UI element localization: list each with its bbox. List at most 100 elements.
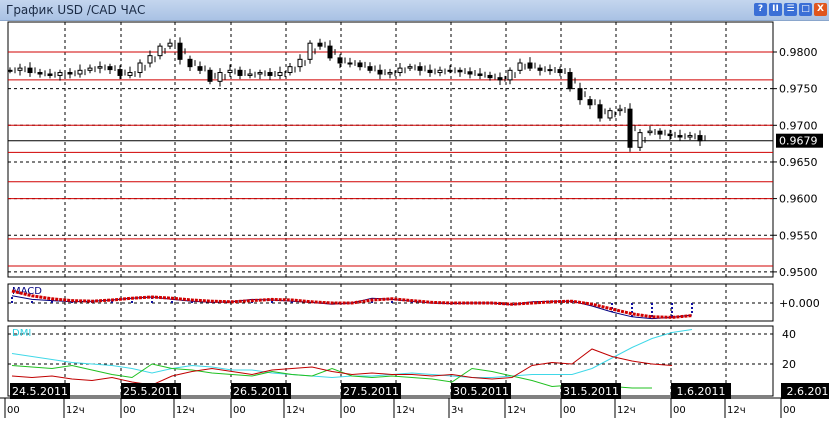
- candle: [477, 73, 483, 76]
- candle: [677, 135, 683, 138]
- candle: [457, 69, 463, 73]
- price-tick-label: 0.9750: [779, 83, 818, 96]
- candle: [7, 69, 13, 72]
- time-label: 3ч: [451, 405, 463, 416]
- candle: [67, 72, 73, 75]
- candle: [97, 66, 103, 69]
- candle: [147, 55, 153, 64]
- candle: [317, 42, 323, 47]
- date-label: 1.6.2011: [677, 385, 726, 398]
- time-label: 00: [343, 405, 356, 416]
- date-label: 25.5.2011: [123, 385, 179, 398]
- time-label: 12ч: [507, 405, 526, 416]
- date-label: 31.5.2011: [563, 385, 619, 398]
- candle: [137, 62, 143, 74]
- time-label: 00: [673, 405, 686, 416]
- candle: [637, 132, 643, 148]
- candle: [647, 130, 653, 134]
- candle: [267, 72, 273, 76]
- current-price-label: 0.9679: [779, 135, 818, 148]
- candle: [257, 72, 263, 75]
- candle: [417, 66, 423, 71]
- date-label: 27.5.2011: [343, 385, 399, 398]
- candle: [447, 69, 453, 72]
- candle: [507, 69, 513, 81]
- time-label: 00: [123, 405, 136, 416]
- candle: [77, 69, 83, 75]
- date-label: 2.6.2011: [787, 385, 829, 398]
- candle: [437, 69, 443, 74]
- candle: [57, 72, 63, 76]
- candle: [27, 67, 33, 74]
- candle: [287, 66, 293, 74]
- time-label: 00: [233, 405, 246, 416]
- candle: [577, 88, 583, 101]
- candle: [397, 67, 403, 74]
- candle: [37, 72, 43, 75]
- candle: [157, 45, 163, 57]
- candle: [487, 74, 493, 79]
- candle: [107, 66, 113, 71]
- candle: [697, 135, 703, 142]
- candle: [117, 69, 123, 76]
- candle: [427, 69, 433, 74]
- candle: [127, 72, 133, 76]
- date-label: 26.5.2011: [233, 385, 289, 398]
- candle: [17, 67, 23, 71]
- candle: [527, 62, 533, 69]
- macd-zero-label: +0.000: [779, 297, 820, 310]
- candle: [537, 67, 543, 71]
- candle: [587, 99, 593, 106]
- candle: [667, 133, 673, 137]
- candle: [217, 72, 223, 82]
- candle: [567, 72, 573, 90]
- candle: [167, 42, 173, 47]
- candle: [617, 108, 623, 112]
- candle: [307, 42, 313, 60]
- candle: [187, 58, 193, 68]
- candle: [207, 69, 213, 82]
- candle: [197, 66, 203, 71]
- price-tick-label: 0.9800: [779, 46, 818, 59]
- candle: [557, 69, 563, 74]
- candle: [337, 57, 343, 64]
- candle: [467, 71, 473, 75]
- time-label: 12ч: [617, 405, 636, 416]
- candle: [597, 104, 603, 119]
- price-tick-label: 0.9550: [779, 229, 818, 242]
- price-tick-label: 0.9500: [779, 266, 818, 279]
- time-label: 12ч: [176, 405, 195, 416]
- candle: [497, 77, 503, 81]
- candle: [607, 110, 613, 119]
- candle: [277, 72, 283, 76]
- candle: [247, 73, 253, 76]
- dmi-tick-label: 40: [782, 328, 796, 341]
- candle: [327, 45, 333, 59]
- candle: [297, 58, 303, 68]
- candle: [357, 62, 363, 68]
- time-label: 00: [783, 405, 796, 416]
- candle: [237, 69, 243, 76]
- time-label: 12ч: [286, 405, 305, 416]
- price-tick-label: 0.9650: [779, 156, 818, 169]
- price-chart[interactable]: 0.9800 0.9750 0.9700 0.9650 0.9600 0.9550 0.95…: [0, 0, 829, 421]
- candle: [47, 73, 53, 76]
- candle: [377, 69, 383, 75]
- candle: [657, 130, 663, 135]
- candle: [517, 62, 523, 71]
- price-tick-label: 0.9700: [779, 119, 818, 132]
- dmi-label: DMI: [12, 328, 31, 339]
- candle: [627, 108, 633, 148]
- time-label: 12ч: [66, 405, 85, 416]
- time-label: 12ч: [396, 405, 415, 416]
- time-label: 12ч: [727, 405, 746, 416]
- date-label: 30.5.2011: [453, 385, 509, 398]
- candle: [367, 66, 373, 71]
- candle: [687, 135, 693, 138]
- time-label: 00: [563, 405, 576, 416]
- candle: [407, 66, 413, 69]
- candle: [347, 62, 353, 65]
- candle: [387, 72, 393, 75]
- dmi-tick-label: 20: [782, 358, 796, 371]
- date-label: 24.5.2011: [12, 385, 68, 398]
